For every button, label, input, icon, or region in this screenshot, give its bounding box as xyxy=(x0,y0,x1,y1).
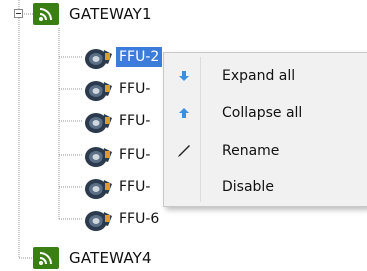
collapse-toggle-gateway1[interactable] xyxy=(14,9,23,18)
arrow-up-icon xyxy=(166,107,202,119)
child-label: FFU- xyxy=(119,81,151,97)
tree-node-gateway1[interactable]: GATEWAY1 xyxy=(33,1,152,27)
tree-node-gateway4[interactable]: GATEWAY4 xyxy=(33,245,152,271)
child-label: FFU- xyxy=(119,179,151,195)
tree-node-child[interactable]: FFU- xyxy=(82,76,153,102)
menu-item-rename[interactable]: Rename xyxy=(166,134,365,168)
menu-item-expand-all[interactable]: Expand all xyxy=(166,59,365,93)
tree-node-child[interactable]: FFU-2 xyxy=(82,44,163,70)
gateway-signal-icon xyxy=(33,247,59,269)
menu-item-label: Rename xyxy=(222,143,280,159)
fan-unit-icon xyxy=(82,44,116,70)
menu-item-label: Expand all xyxy=(222,68,296,84)
tree-node-child[interactable]: FFU- xyxy=(82,142,153,168)
tree-node-child[interactable]: FFU-6 xyxy=(82,206,162,232)
gateway-signal-icon xyxy=(33,3,59,25)
child-label: FFU-6 xyxy=(119,211,160,227)
child-label: FFU- xyxy=(119,113,151,129)
tree-node-child[interactable]: FFU- xyxy=(82,108,153,134)
fan-unit-icon xyxy=(82,76,116,102)
child-label: FFU-2 xyxy=(116,47,163,67)
context-menu: Expand all Collapse all Rename Disable xyxy=(163,52,367,207)
fan-unit-icon xyxy=(82,174,116,200)
menu-item-label: Disable xyxy=(222,179,274,195)
pencil-icon xyxy=(166,143,202,159)
gateway-label: GATEWAY4 xyxy=(69,249,152,267)
gateway-label: GATEWAY1 xyxy=(69,5,152,23)
menu-item-collapse-all[interactable]: Collapse all xyxy=(166,96,365,130)
fan-unit-icon xyxy=(82,206,116,232)
menu-item-label: Collapse all xyxy=(222,105,303,121)
arrow-down-icon xyxy=(166,70,202,82)
fan-unit-icon xyxy=(82,108,116,134)
fan-unit-icon xyxy=(82,142,116,168)
child-label: FFU- xyxy=(119,147,151,163)
tree-node-child[interactable]: FFU- xyxy=(82,174,153,200)
menu-item-disable[interactable]: Disable xyxy=(166,170,365,204)
